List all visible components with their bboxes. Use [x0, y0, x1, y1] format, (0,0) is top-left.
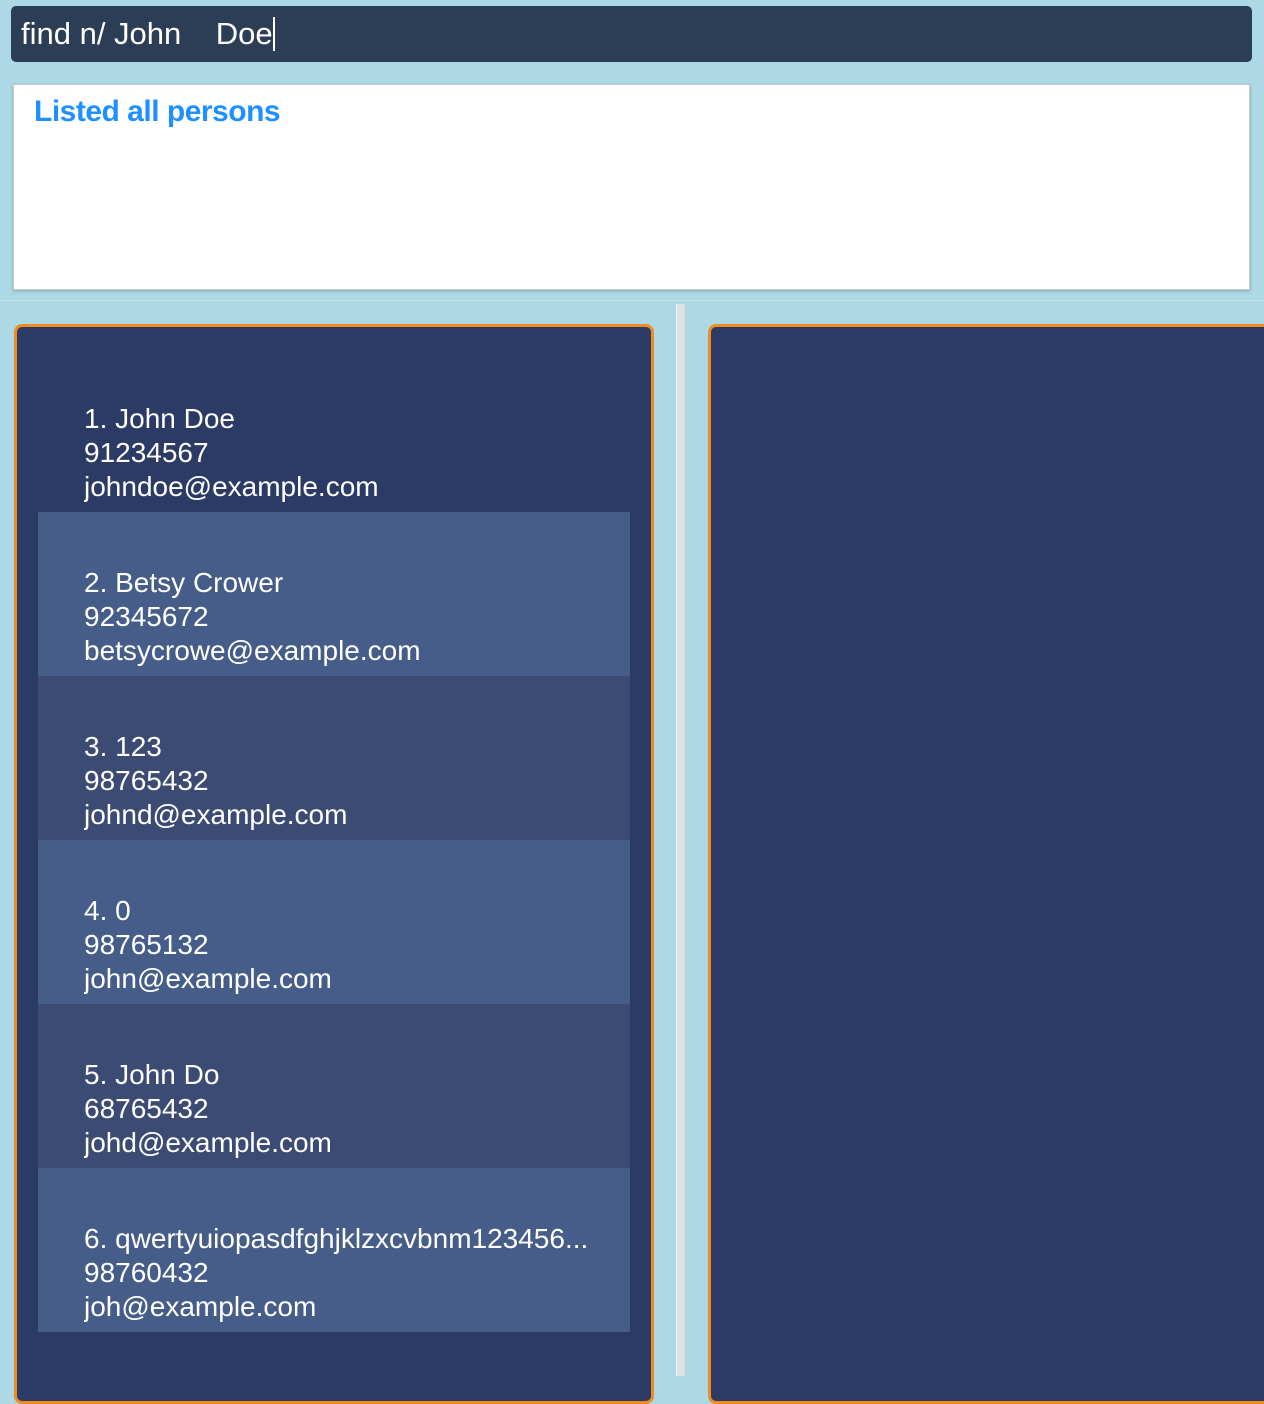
- person-phone: 98765432: [84, 765, 209, 796]
- person-list-panel[interactable]: 1. John Doe 91234567 johndoe@example.com…: [14, 324, 654, 1404]
- person-list[interactable]: 1. John Doe 91234567 johndoe@example.com…: [38, 348, 630, 1332]
- person-email: betsycrowe@example.com: [84, 635, 421, 666]
- person-phone: 91234567: [84, 437, 209, 468]
- command-input[interactable]: find n/ John Doe: [21, 6, 275, 62]
- result-display: Listed all persons: [13, 84, 1250, 290]
- person-phone: 98765132: [84, 929, 209, 960]
- person-email: johd@example.com: [84, 1127, 332, 1158]
- person-card[interactable]: 1. John Doe 91234567 johndoe@example.com: [38, 348, 630, 512]
- person-card[interactable]: 2. Betsy Crower 92345672 betsycrowe@exam…: [38, 512, 630, 676]
- person-card[interactable]: 3. 123 98765432 johnd@example.com: [38, 676, 630, 840]
- person-name: 4. 0: [84, 895, 131, 926]
- person-name: 2. Betsy Crower: [84, 567, 284, 598]
- text-caret: [272, 16, 275, 51]
- detail-panel: [708, 324, 1264, 1404]
- person-card[interactable]: 4. 0 98765132 john@example.com: [38, 840, 630, 1004]
- person-card[interactable]: 5. John Do 68765432 johd@example.com: [38, 1004, 630, 1168]
- split-pane-divider[interactable]: [676, 304, 686, 1376]
- person-email: johnd@example.com: [84, 799, 348, 830]
- section-divider: [0, 300, 1264, 301]
- person-email: joh@example.com: [84, 1291, 317, 1322]
- person-name: 1. John Doe: [84, 403, 235, 434]
- command-input-text: find n/ John Doe: [21, 16, 273, 51]
- person-phone: 68765432: [84, 1093, 209, 1124]
- person-email: john@example.com: [84, 963, 332, 994]
- person-name: 5. John Do: [84, 1059, 220, 1090]
- command-box[interactable]: find n/ John Doe: [11, 6, 1252, 62]
- person-phone: 92345672: [84, 601, 209, 632]
- person-phone: 98760432: [84, 1257, 209, 1288]
- person-card[interactable]: 6. qwertyuiopasdfghjklzxcvbnm123456... 9…: [38, 1168, 630, 1332]
- result-message: Listed all persons: [34, 95, 281, 128]
- person-name: 3. 123: [84, 731, 162, 762]
- person-name: 6. qwertyuiopasdfghjklzxcvbnm123456...: [84, 1223, 589, 1254]
- person-email: johndoe@example.com: [84, 471, 379, 502]
